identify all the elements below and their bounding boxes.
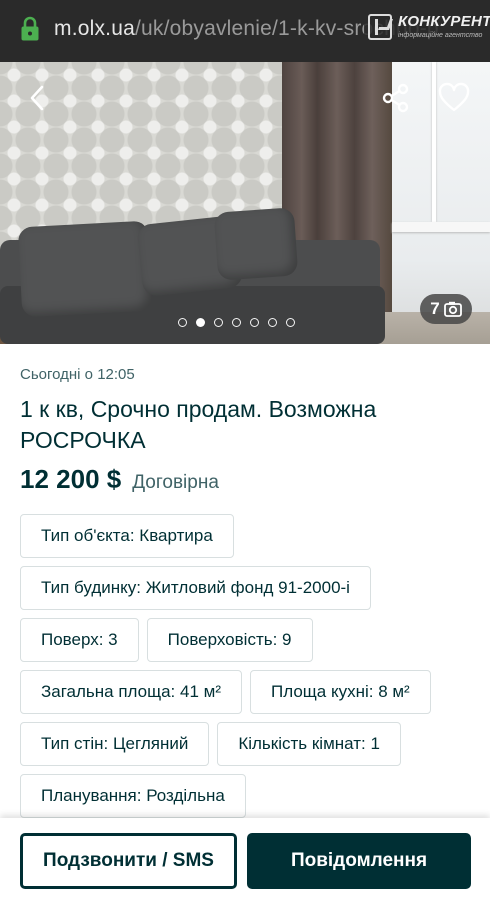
param-tag[interactable]: Тип стін: Цегляний [20,722,210,766]
param-tag[interactable]: Тип будинку: Житловий фонд 91-2000-і [20,566,371,610]
heart-icon[interactable] [436,80,472,116]
gallery-dot-active[interactable] [196,318,205,327]
negotiable-label: Договірна [132,472,219,493]
listing-price: 12 200 $ [20,464,122,494]
listing-params: Тип об'єкта: Квартира Тип будинку: Житло… [20,514,470,826]
listing-title: 1 к кв, Срочно продам. Возможна РОСРОЧКА [20,396,377,453]
photo-pillow [213,207,299,281]
param-tag[interactable]: Поверх: 3 [20,618,139,662]
gallery-dot[interactable] [286,318,295,327]
param-tag[interactable]: Тип об'єкта: Квартира [20,514,234,558]
gallery-dot[interactable] [232,318,241,327]
photo-count: 7 [430,299,440,318]
price-row: 12 200 $ Договірна [20,464,219,495]
param-tag[interactable]: Планування: Роздільна [20,774,246,818]
back-arrow-icon[interactable] [20,80,56,116]
param-tag[interactable]: Загальна площа: 41 м² [20,670,242,714]
watermark-subtitle: інформаційне агентство [398,32,483,39]
params-row: Тип будинку: Житловий фонд 91-2000-і [20,566,470,610]
params-row: Загальна площа: 41 м² Площа кухні: 8 м² [20,670,470,714]
browser-address-bar[interactable]: m.olx.ua/uk/obyavlenie/1-k-kv-srochno-p … [0,0,490,62]
gallery-dot[interactable] [214,318,223,327]
watermark-name: КОНКУРЕНТ [398,13,490,30]
params-row: Тип стін: Цегляний Кількість кімнат: 1 [20,722,470,766]
photo-pillow [17,220,153,318]
params-row: Тип об'єкта: Квартира [20,514,470,558]
params-row: Поверх: 3 Поверховість: 9 [20,618,470,662]
listing-photo[interactable]: 7 [0,62,490,344]
param-tag[interactable]: Поверховість: 9 [146,618,313,662]
gallery-dot[interactable] [268,318,277,327]
gallery-dot[interactable] [178,318,187,327]
param-tag[interactable]: Кількість кімнат: 1 [217,722,401,766]
param-tag[interactable]: Площа кухні: 8 м² [250,670,431,714]
url-host: m.olx.ua [54,17,135,40]
gallery-dots [178,318,295,327]
watermark: КОНКУРЕНТ інформаційне агентство [364,10,490,50]
listing-date: Сьогодні о 12:05 [20,366,135,383]
lock-icon [21,16,39,41]
photo-count-badge[interactable]: 7 [420,294,472,324]
bottom-action-bar: Подзвонити / SMS Повідомлення [0,818,490,900]
message-button[interactable]: Повідомлення [247,833,471,889]
share-icon[interactable] [378,80,414,116]
gallery-dot[interactable] [250,318,259,327]
params-row: Планування: Роздільна [20,774,470,818]
watermark-logo-icon [368,14,392,40]
camera-icon [443,301,462,317]
call-sms-button[interactable]: Подзвонити / SMS [20,833,237,889]
